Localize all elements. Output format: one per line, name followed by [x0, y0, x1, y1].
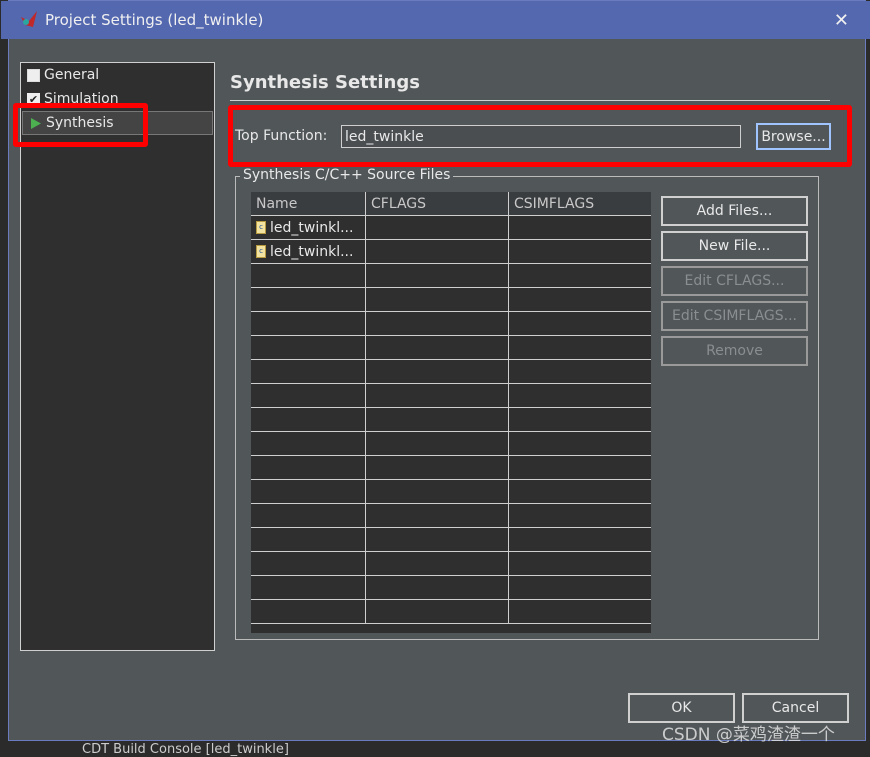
empty-table-row: [251, 360, 651, 384]
empty-cell: [251, 264, 366, 287]
empty-cell: [251, 504, 366, 527]
empty-cell: [251, 456, 366, 479]
ok-button[interactable]: OK: [628, 693, 735, 723]
empty-cell: [509, 384, 651, 407]
empty-table-row: [251, 312, 651, 336]
empty-cell: [251, 552, 366, 575]
page-title: Synthesis Settings: [230, 72, 420, 93]
empty-cell: [251, 360, 366, 383]
empty-cell: [251, 600, 366, 623]
empty-table-row: [251, 480, 651, 504]
empty-table-row: [251, 576, 651, 600]
source-files-table: Name CFLAGS CSIMFLAGS c led_twinkl... c le…: [251, 192, 651, 633]
empty-cell: [509, 312, 651, 335]
general-icon: [27, 68, 40, 82]
empty-cell: [251, 336, 366, 359]
csimflags-cell: [509, 216, 651, 239]
remove-button[interactable]: Remove: [661, 336, 808, 366]
settings-nav: General ✔ Simulation Synthesis: [20, 62, 215, 651]
empty-cell: [366, 288, 509, 311]
empty-cell: [366, 456, 509, 479]
cancel-button[interactable]: Cancel: [742, 693, 849, 723]
table-header: Name CFLAGS CSIMFLAGS: [251, 192, 651, 216]
empty-cell: [251, 480, 366, 503]
divider: [230, 100, 830, 101]
empty-cell: [251, 576, 366, 599]
empty-cell: [251, 288, 366, 311]
c-file-icon: c: [256, 221, 266, 234]
empty-table-row: [251, 264, 651, 288]
empty-cell: [251, 432, 366, 455]
empty-cell: [366, 312, 509, 335]
file-name-cell: c led_twinkl...: [251, 216, 366, 239]
table-row[interactable]: c led_twinkl...: [251, 216, 651, 240]
empty-table-row: [251, 408, 651, 432]
empty-cell: [366, 480, 509, 503]
title-bar: Project Settings (led_twinkle) ✕: [1, 1, 870, 39]
empty-cell: [366, 384, 509, 407]
empty-cell: [366, 264, 509, 287]
empty-cell: [509, 360, 651, 383]
column-header-cflags[interactable]: CFLAGS: [366, 192, 509, 215]
empty-cell: [509, 264, 651, 287]
empty-cell: [366, 552, 509, 575]
empty-table-row: [251, 336, 651, 360]
empty-table-row: [251, 600, 651, 624]
highlight-box-nav: [13, 103, 148, 147]
empty-cell: [509, 336, 651, 359]
empty-cell: [509, 552, 651, 575]
csimflags-cell: [509, 240, 651, 263]
empty-cell: [251, 528, 366, 551]
empty-table-row: [251, 456, 651, 480]
empty-table-row: [251, 384, 651, 408]
source-files-group-label: Synthesis C/C++ Source Files: [240, 167, 454, 183]
empty-cell: [366, 576, 509, 599]
empty-cell: [509, 600, 651, 623]
app-logo-icon: [19, 11, 39, 29]
empty-cell: [366, 528, 509, 551]
empty-cell: [366, 408, 509, 431]
column-header-csimflags[interactable]: CSIMFLAGS: [509, 192, 651, 215]
empty-cell: [251, 408, 366, 431]
empty-cell: [509, 504, 651, 527]
empty-cell: [509, 576, 651, 599]
c-file-icon: c: [256, 245, 266, 258]
empty-cell: [509, 432, 651, 455]
empty-cell: [509, 456, 651, 479]
empty-cell: [509, 528, 651, 551]
empty-cell: [366, 360, 509, 383]
empty-cell: [509, 480, 651, 503]
empty-cell: [509, 408, 651, 431]
cflags-cell: [366, 240, 509, 263]
empty-cell: [251, 384, 366, 407]
empty-cell: [366, 336, 509, 359]
empty-cell: [251, 312, 366, 335]
close-icon[interactable]: ✕: [834, 10, 849, 31]
empty-table-row: [251, 528, 651, 552]
window-title: Project Settings (led_twinkle): [45, 11, 264, 29]
watermark: CSDN @菜鸡渣渣一个: [662, 725, 835, 745]
edit-cflags-button[interactable]: Edit CFLAGS...: [661, 266, 808, 296]
highlight-box-top-function: [228, 105, 852, 167]
new-file-button[interactable]: New File...: [661, 231, 808, 261]
empty-cell: [509, 288, 651, 311]
empty-table-row: [251, 432, 651, 456]
empty-cell: [366, 504, 509, 527]
table-row[interactable]: c led_twinkl...: [251, 240, 651, 264]
empty-table-row: [251, 552, 651, 576]
empty-cell: [366, 432, 509, 455]
column-header-name[interactable]: Name: [251, 192, 366, 215]
add-files-button[interactable]: Add Files...: [661, 196, 808, 226]
file-name-cell: c led_twinkl...: [251, 240, 366, 263]
cflags-cell: [366, 216, 509, 239]
empty-cell: [366, 600, 509, 623]
empty-table-row: [251, 288, 651, 312]
edit-csimflags-button[interactable]: Edit CSIMFLAGS...: [661, 301, 808, 331]
nav-item-general[interactable]: General: [21, 63, 214, 87]
empty-table-row: [251, 504, 651, 528]
